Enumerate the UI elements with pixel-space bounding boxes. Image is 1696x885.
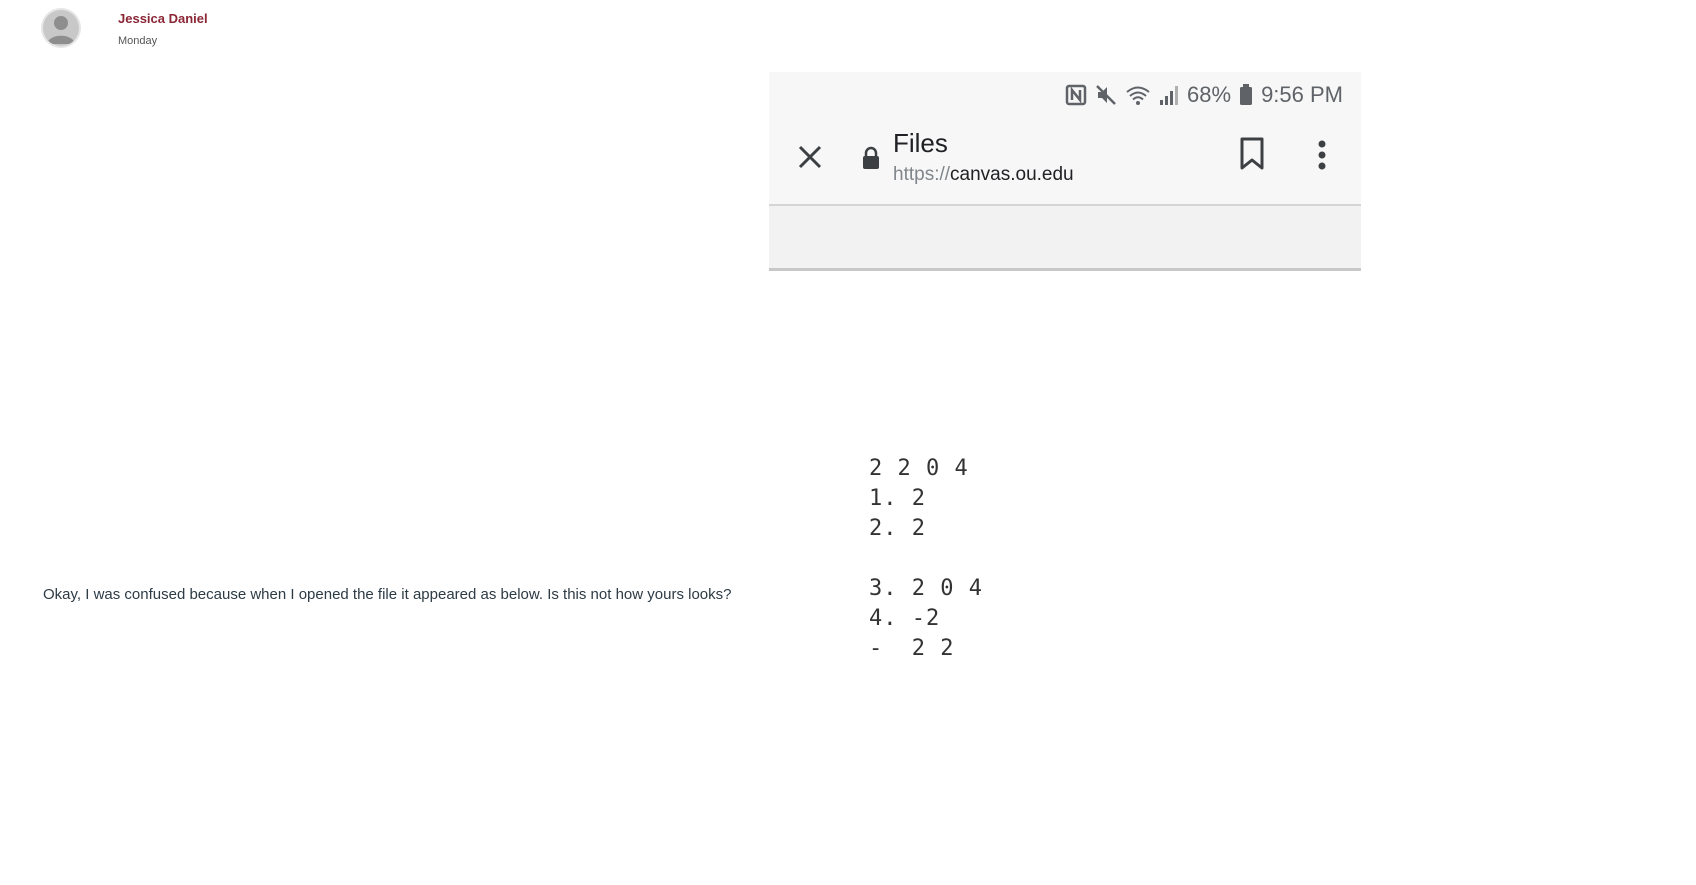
file-line: 3. 2 0 4	[869, 576, 983, 601]
file-line: 1. 2	[869, 486, 926, 511]
battery-percent: 68%	[1187, 82, 1232, 107]
browser-toolbar: Files https://canvas.ou.edu	[769, 122, 1361, 206]
url-host: canvas.ou.edu	[950, 164, 1074, 185]
more-vert-icon[interactable]	[1315, 138, 1329, 172]
mute-icon	[1096, 85, 1116, 105]
phone-status-bar: 68% 9:56 PM	[769, 72, 1361, 122]
file-line: - 2 2	[869, 636, 955, 661]
lock-icon	[863, 146, 879, 169]
avatar[interactable]	[43, 10, 79, 46]
bookmark-icon[interactable]	[1237, 136, 1267, 172]
wifi-icon	[1126, 86, 1150, 105]
user-icon	[47, 16, 75, 44]
page-title: Files	[893, 128, 948, 158]
url-scheme: https://	[893, 164, 951, 185]
author-name[interactable]: Jessica Daniel	[118, 11, 208, 26]
file-line: 4. -2	[869, 606, 941, 631]
post-date: Monday	[118, 35, 158, 47]
battery-icon	[1240, 84, 1253, 105]
page-url[interactable]: https://canvas.ou.edu	[893, 164, 1074, 186]
nfc-icon	[1065, 84, 1087, 106]
close-icon[interactable]	[793, 140, 827, 174]
file-content: 2 2 0 4 1. 2 2. 2 3. 2 0 4 4. -2 - 2 2	[869, 454, 983, 664]
embedded-screenshot: 68% 9:56 PM Files https://canvas.ou.edu	[769, 72, 1361, 272]
signal-icon	[1160, 86, 1179, 105]
file-line: 2 2 0 4	[869, 456, 969, 481]
file-line: 2. 2	[869, 516, 926, 541]
post-message: Okay, I was confused because when I open…	[43, 586, 732, 603]
clock-time: 9:56 PM	[1261, 82, 1343, 107]
content-area	[769, 206, 1361, 271]
file-line	[869, 544, 983, 574]
